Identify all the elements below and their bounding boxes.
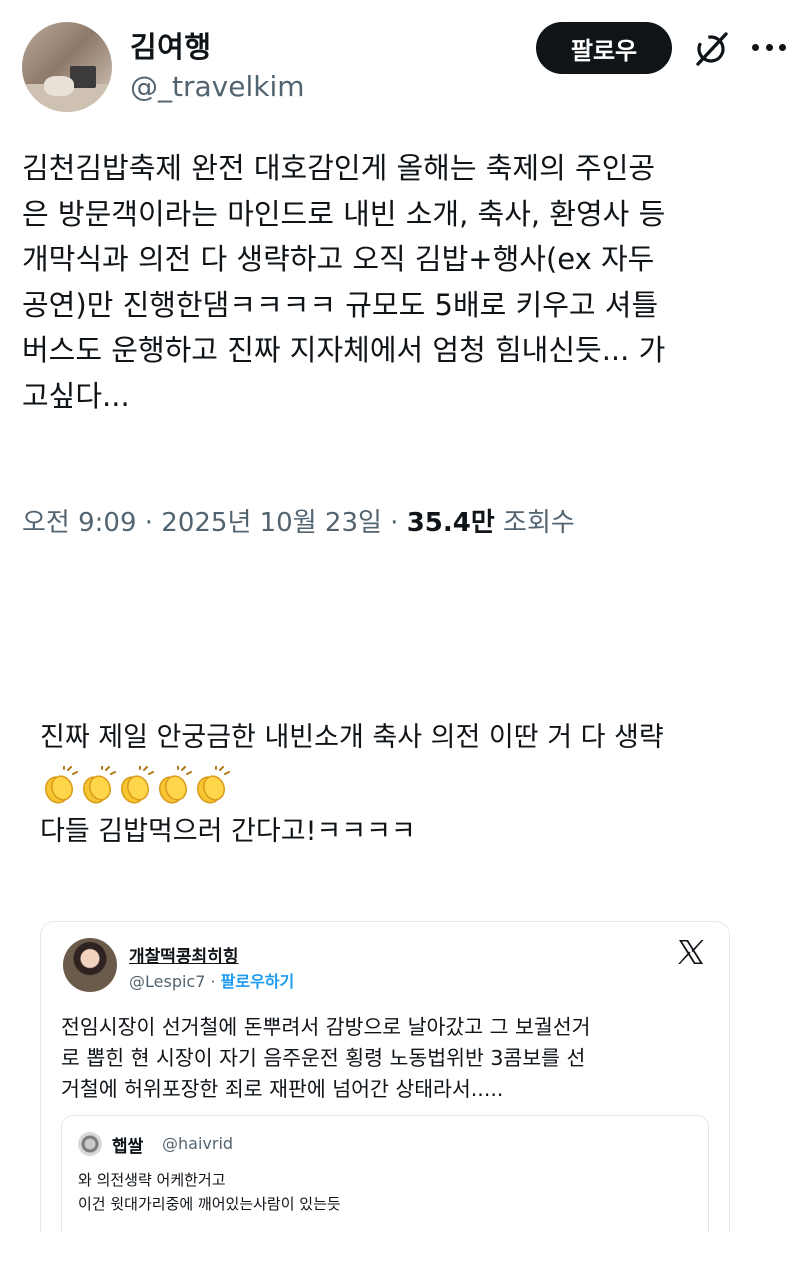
embed-author-handle[interactable]: @Lespic7 <box>129 972 205 991</box>
quoted-author-name[interactable]: 햅쌀 <box>112 1132 143 1157</box>
embed-author-avatar[interactable] <box>63 938 117 992</box>
clapping-hands-icon <box>120 766 154 804</box>
view-count-label: 조회수 <box>494 508 575 538</box>
tweet-text-line: 공연)만 진행한댐ㅋㅋㅋㅋ 규모도 5배로 키우고 셔틀 <box>22 287 659 322</box>
clap-emoji-row <box>40 766 230 806</box>
embed-text-line: 전임시장이 선거철에 돈뿌려서 감방으로 날아갔고 그 보궐선거 <box>61 1015 591 1039</box>
clapping-hands-icon <box>44 766 78 804</box>
tweet-timestamp[interactable]: 오전 9:09 · 2025년 10월 23일 · <box>22 508 407 538</box>
comment-text-end: 다들 김밥먹으러 간다고!ㅋㅋㅋㅋ <box>40 810 416 854</box>
quoted-author-handle[interactable]: @haivrid <box>162 1134 233 1153</box>
tweet-text: 김천김밥축제 완전 대호감인게 올해는 축제의 주인공 은 방문객이라는 마인드… <box>22 146 784 419</box>
grok-icon[interactable] <box>690 28 732 70</box>
author-handle[interactable]: @_travelkim <box>130 70 305 103</box>
follow-button[interactable]: 팔로우 <box>536 22 672 74</box>
embed-author-name[interactable]: 개찰떡콩최히힝 <box>129 942 238 967</box>
quoted-tweet-text: 와 의전생략 어케한거고 이건 윗대가리중에 깨어있는사람이 있는듯 <box>78 1168 341 1216</box>
tweet-meta: 오전 9:09 · 2025년 10월 23일 · 35.4만 조회수 <box>22 502 575 539</box>
comment-line: 진짜 제일 안궁금한 내빈소개 축사 의전 이딴 거 다 생략 <box>40 722 664 753</box>
clapping-hands-icon <box>158 766 192 804</box>
embed-separator: · <box>205 972 221 991</box>
clapping-hands-icon <box>196 766 230 804</box>
embed-text-line: 거철에 허위포장한 죄로 재판에 넘어간 상태라서..... <box>61 1077 504 1101</box>
more-options-icon[interactable] <box>752 44 786 52</box>
author-avatar[interactable] <box>22 22 112 112</box>
embed-text-line: 로 뽑힌 현 시장이 자기 음주운전 횡령 노동법위반 3콤보를 선 <box>61 1046 586 1070</box>
tweet-text-line: 개막식과 의전 다 생략하고 오직 김밥+행사(ex 자두 <box>22 242 655 276</box>
tweet-text-line: 김천김밥축제 완전 대호감인게 올해는 축제의 주인공 <box>22 151 656 185</box>
embedded-tweet-card[interactable]: 개찰떡콩최히힝 @Lespic7 · 팔로우하기 전임시장이 선거철에 돈뿌려서… <box>40 921 730 1232</box>
clapping-hands-icon <box>82 766 116 804</box>
view-count: 35.4만 <box>406 508 495 538</box>
embed-author-meta: @Lespic7 · 팔로우하기 <box>129 968 294 992</box>
quoted-text-line: 와 의전생략 어케한거고 <box>78 1171 226 1189</box>
quoted-tweet[interactable]: 햅쌀 @haivrid 와 의전생략 어케한거고 이건 윗대가리중에 깨어있는사… <box>61 1115 709 1232</box>
tweet-text-line: 은 방문객이라는 마인드로 내빈 소개, 축사, 환영사 등 <box>22 196 666 231</box>
author-name[interactable]: 김여행 <box>130 24 212 66</box>
tweet-text-line: 고싶다... <box>22 378 130 413</box>
comment-text: 진짜 제일 안궁금한 내빈소개 축사 의전 이딴 거 다 생략 <box>40 716 664 760</box>
quoted-author-avatar[interactable] <box>78 1132 102 1156</box>
embed-tweet-text: 전임시장이 선거철에 돈뿌려서 감방으로 날아갔고 그 보궐선거 로 뽑힌 현 … <box>61 1012 711 1105</box>
embed-follow-link[interactable]: 팔로우하기 <box>221 972 295 991</box>
quoted-text-line: 이건 윗대가리중에 깨어있는사람이 있는듯 <box>78 1195 341 1213</box>
comment-line: 다들 김밥먹으러 간다고!ㅋㅋㅋㅋ <box>40 816 416 847</box>
x-logo-icon[interactable] <box>677 938 705 966</box>
tweet-text-line: 버스도 운행하고 진짜 지자체에서 엄청 힘내신듯... 가 <box>22 333 666 367</box>
